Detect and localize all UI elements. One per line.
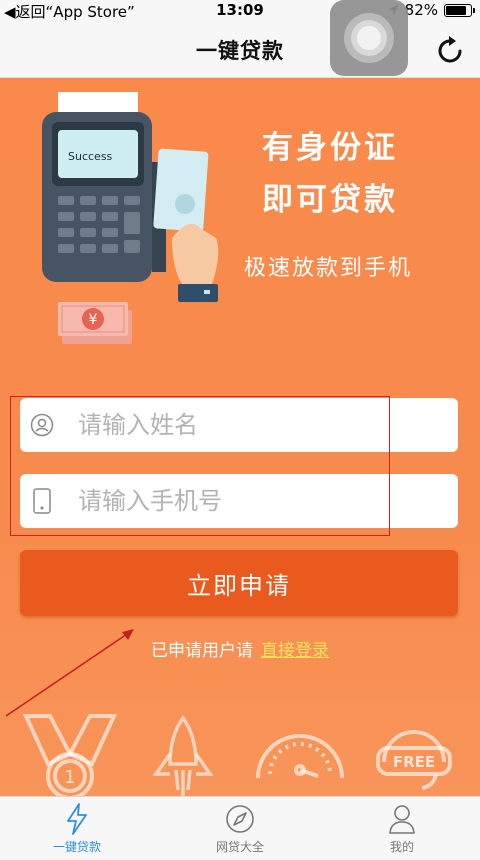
tab-one-click-loan[interactable]: 一键贷款 [27, 803, 127, 859]
medal-icon: 1 [22, 714, 118, 796]
speed-gauge-icon [256, 734, 344, 779]
slogan-line-1: 有身份证 [262, 130, 398, 166]
bottom-tab-bar: 一键贷款 网贷大全 我的 [0, 796, 480, 860]
money-bill-illustration: ¥ [58, 302, 132, 344]
free-service-icon: FREE [376, 730, 452, 790]
lightning-icon [67, 803, 87, 835]
main-content: Success ¥ 有身份证 即可贷款 极速放款到手机 请输入姓名 请输入手机号… [0, 78, 480, 796]
compass-icon [226, 805, 254, 833]
money-symbol: ¥ [89, 312, 98, 328]
slogan-line-2: 即可贷款 [262, 182, 398, 218]
status-bar: ◀返回“App Store” 13:09 82% [0, 0, 480, 22]
person-icon [389, 805, 415, 834]
annotation-highlight-box [10, 396, 390, 536]
slogan-line-3: 极速放款到手机 [244, 256, 413, 281]
pos-screen-text: Success [68, 150, 113, 163]
tab-label-one-click-loan: 一键贷款 [52, 840, 101, 854]
refresh-icon[interactable] [434, 34, 468, 68]
assistive-touch-button[interactable] [330, 0, 408, 76]
pos-terminal-illustration: Success [42, 92, 219, 302]
rocket-icon [152, 715, 214, 796]
nav-bar: 一键贷款 [0, 22, 480, 78]
page-title: 一键贷款 [196, 39, 284, 63]
free-label: FREE [393, 753, 435, 771]
battery-icon [444, 3, 475, 17]
tab-loan-directory[interactable]: 网贷大全 [190, 803, 290, 859]
tab-label-mine: 我的 [389, 840, 414, 854]
tab-mine[interactable]: 我的 [352, 803, 452, 859]
medal-number: 1 [64, 767, 75, 788]
battery-percent: 82% [404, 1, 438, 19]
apply-now-button[interactable]: 立即申请 [20, 550, 458, 616]
annotation-arrow [5, 629, 134, 717]
login-prompt-text: 已申请用户请 [151, 641, 253, 661]
tab-label-loan-directory: 网贷大全 [215, 840, 264, 854]
direct-login-link[interactable]: 直接登录 [261, 641, 329, 661]
